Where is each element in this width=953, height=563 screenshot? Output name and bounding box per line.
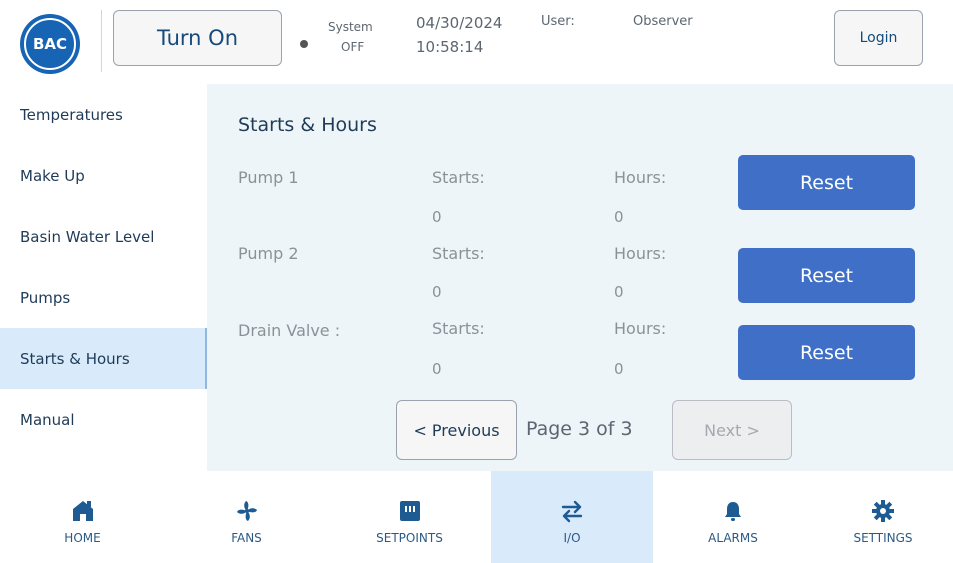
page-title: Starts & Hours bbox=[238, 114, 377, 136]
bell-icon bbox=[721, 499, 745, 523]
setpoints-icon bbox=[398, 499, 422, 523]
nav-alarms[interactable]: ALARMS bbox=[653, 471, 813, 563]
starts-value: 0 bbox=[432, 360, 442, 378]
starts-label: Starts: bbox=[432, 244, 485, 263]
starts-value: 0 bbox=[432, 283, 442, 301]
starts-label: Starts: bbox=[432, 168, 485, 187]
nav-label: SETPOINTS bbox=[376, 531, 443, 545]
nav-io[interactable]: I/O bbox=[491, 471, 653, 563]
previous-page-button[interactable]: < Previous bbox=[396, 400, 517, 460]
turn-on-button[interactable]: Turn On bbox=[113, 10, 282, 66]
nav-label: FANS bbox=[231, 531, 262, 545]
nav-label: ALARMS bbox=[708, 531, 758, 545]
login-button[interactable]: Login bbox=[834, 10, 923, 66]
page-indicator: Page 3 of 3 bbox=[526, 418, 633, 440]
sidebar-item-pumps[interactable]: Pumps bbox=[0, 267, 207, 328]
row-name-pump-2: Pump 2 bbox=[238, 244, 299, 263]
hours-label: Hours: bbox=[614, 244, 667, 263]
hours-label: Hours: bbox=[614, 168, 667, 187]
swap-arrows-icon bbox=[560, 499, 584, 523]
nav-label: I/O bbox=[563, 531, 581, 545]
header-bar: BAC Turn On System OFF 04/30/2024 10:58:… bbox=[0, 0, 953, 84]
nav-label: SETTINGS bbox=[853, 531, 913, 545]
sidebar-item-starts-hours[interactable]: Starts & Hours bbox=[0, 328, 207, 389]
user-label: User: bbox=[541, 14, 575, 29]
user-name: Observer bbox=[633, 14, 693, 29]
next-page-button[interactable]: Next > bbox=[672, 400, 792, 460]
bottom-nav: HOME FANS SETPOINTS I/O ALARMS SETTINGS bbox=[0, 471, 953, 563]
gear-icon bbox=[871, 499, 895, 523]
header-divider bbox=[101, 10, 102, 72]
nav-fans[interactable]: FANS bbox=[165, 471, 328, 563]
nav-label: HOME bbox=[64, 531, 101, 545]
row-name-drain-valve: Drain Valve : bbox=[238, 321, 341, 340]
nav-setpoints[interactable]: SETPOINTS bbox=[328, 471, 491, 563]
main-panel: Starts & Hours Pump 1 Starts: 0 Hours: 0… bbox=[207, 84, 953, 471]
sidebar: Temperatures Make Up Basin Water Level P… bbox=[0, 84, 207, 471]
row-name-pump-1: Pump 1 bbox=[238, 168, 299, 187]
nav-settings[interactable]: SETTINGS bbox=[813, 471, 953, 563]
system-status-dot bbox=[300, 40, 308, 48]
sidebar-item-temperatures[interactable]: Temperatures bbox=[0, 84, 207, 145]
time-display: 10:58:14 bbox=[416, 38, 484, 56]
sidebar-item-make-up[interactable]: Make Up bbox=[0, 145, 207, 206]
reset-button-pump-1[interactable]: Reset bbox=[738, 155, 915, 210]
logo-text: BAC bbox=[24, 18, 76, 70]
hours-label: Hours: bbox=[614, 319, 667, 338]
system-state: OFF bbox=[341, 40, 365, 54]
sidebar-item-basin-water-level[interactable]: Basin Water Level bbox=[0, 206, 207, 267]
bac-logo: BAC bbox=[20, 14, 80, 74]
home-icon bbox=[71, 499, 95, 523]
hours-value: 0 bbox=[614, 208, 624, 226]
hours-value: 0 bbox=[614, 283, 624, 301]
reset-button-pump-2[interactable]: Reset bbox=[738, 248, 915, 303]
starts-label: Starts: bbox=[432, 319, 485, 338]
system-label: System bbox=[328, 20, 373, 34]
sidebar-item-manual[interactable]: Manual bbox=[0, 389, 207, 450]
reset-button-drain-valve[interactable]: Reset bbox=[738, 325, 915, 380]
starts-value: 0 bbox=[432, 208, 442, 226]
nav-home[interactable]: HOME bbox=[0, 471, 165, 563]
date-display: 04/30/2024 bbox=[416, 14, 503, 32]
fan-icon bbox=[235, 499, 259, 523]
hours-value: 0 bbox=[614, 360, 624, 378]
